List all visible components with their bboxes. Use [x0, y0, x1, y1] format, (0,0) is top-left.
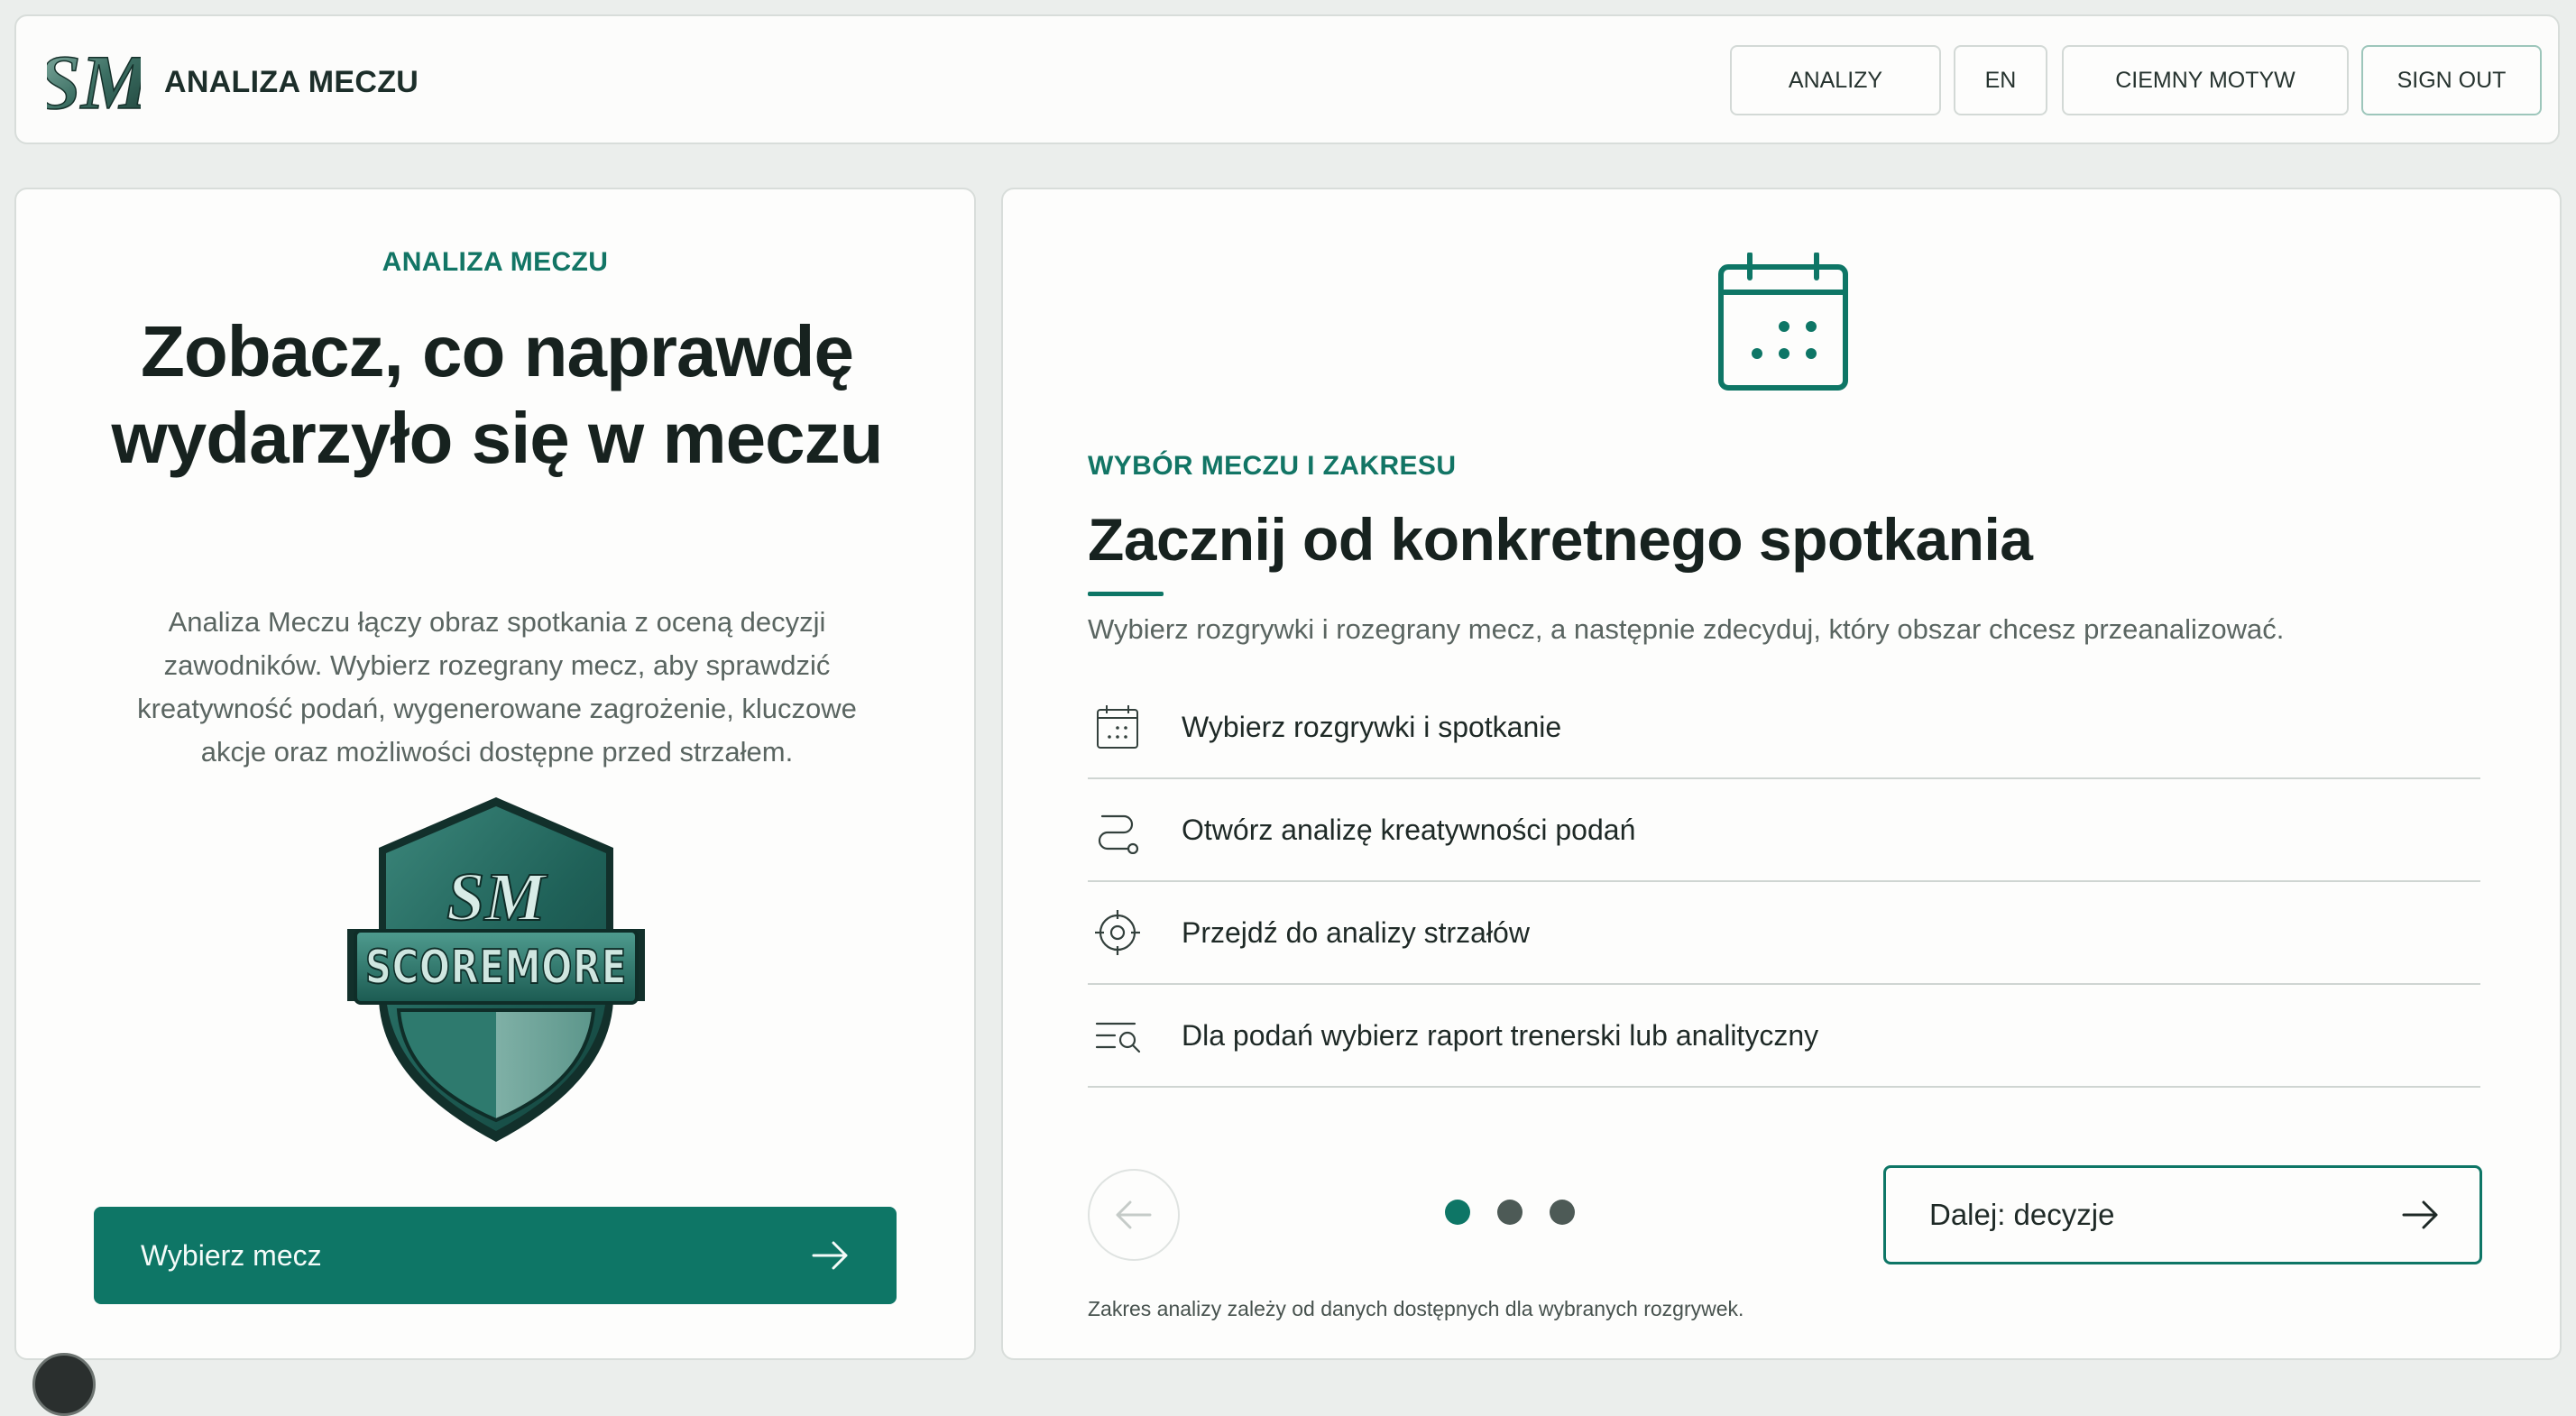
language-button[interactable]: EN — [1954, 45, 2047, 115]
sign-out-button[interactable]: SIGN OUT — [2361, 45, 2542, 115]
main-nav: ANALIZY EN CIEMNY MOTYW SIGN OUT — [16, 45, 2558, 117]
title-underline — [1088, 592, 1164, 596]
target-icon — [1095, 910, 1140, 955]
theme-toggle-button[interactable]: CIEMNY MOTYW — [2062, 45, 2349, 115]
choose-match-label: Wybierz mecz — [141, 1238, 322, 1272]
onboarding-panel: WYBÓR MECZU I ZAKRESU Zacznij od konkret… — [1001, 188, 2562, 1360]
arrow-left-icon — [1116, 1200, 1152, 1229]
step-pass-creativity: Otwórz analizę kreatywności podań — [1088, 779, 2480, 882]
step-shot-analysis: Przejdź do analizy strzałów — [1088, 882, 2480, 985]
pagination-dot-3[interactable] — [1550, 1200, 1575, 1225]
analyses-button[interactable]: ANALIZY — [1730, 45, 1941, 115]
onboarding-eyebrow: WYBÓR MECZU I ZAKRESU — [1088, 451, 1457, 481]
next-decisions-button[interactable]: Dalej: decyzje — [1883, 1165, 2482, 1264]
arrow-right-icon — [812, 1241, 848, 1270]
svg-text:SM: SM — [446, 860, 547, 935]
choose-match-button[interactable]: Wybierz mecz — [94, 1207, 897, 1304]
report-search-icon — [1095, 1022, 1141, 1053]
hero-title: Zobacz, co naprawdę wydarzyło się w mecz… — [111, 311, 884, 478]
scoremore-badge-icon: SCOREMORE SM — [347, 797, 645, 1142]
pagination-dot-1[interactable] — [1445, 1200, 1470, 1225]
calendar-icon — [1718, 253, 1848, 391]
pagination-dots — [1445, 1200, 1575, 1225]
step-report-type: Dla podań wybierz raport trenerski lub a… — [1088, 985, 2480, 1088]
previous-button[interactable] — [1088, 1169, 1180, 1261]
step-label: Otwórz analizę kreatywności podań — [1182, 813, 1636, 846]
avatar[interactable] — [32, 1353, 96, 1416]
pagination-dot-2[interactable] — [1497, 1200, 1523, 1225]
calendar-icon — [1097, 705, 1138, 749]
svg-text:SCOREMORE: SCOREMORE — [365, 941, 627, 995]
arrow-right-icon — [2402, 1200, 2438, 1229]
step-label: Przejdź do analizy strzałów — [1182, 915, 1530, 949]
hero-description: Analiza Meczu łączy obraz spotkania z oc… — [137, 606, 857, 768]
scope-footnote: Zakres analizy zależy od danych dostępny… — [1088, 1297, 1744, 1320]
hero-eyebrow: ANALIZA MECZU — [382, 247, 609, 277]
step-label: Wybierz rozgrywki i spotkanie — [1182, 710, 1562, 743]
step-label: Dla podań wybierz raport trenerski lub a… — [1182, 1018, 1819, 1052]
steps-list: Wybierz rozgrywki i spotkanie Otwórz ana… — [1088, 676, 2480, 1088]
step-choose-match: Wybierz rozgrywki i spotkanie — [1088, 676, 2480, 779]
hero-panel: ANALIZA MECZU Zobacz, co naprawdę wydarz… — [14, 188, 976, 1360]
onboarding-title: Zacznij od konkretnego spotkania — [1088, 506, 2033, 573]
next-label: Dalej: decyzje — [1929, 1198, 2115, 1231]
top-bar: SM ANALIZA MECZU ANALIZY EN CIEMNY MOTYW… — [14, 14, 2560, 144]
onboarding-description: Wybierz rozgrywki i rozegrany mecz, a na… — [1088, 613, 2285, 645]
route-icon — [1098, 814, 1139, 854]
